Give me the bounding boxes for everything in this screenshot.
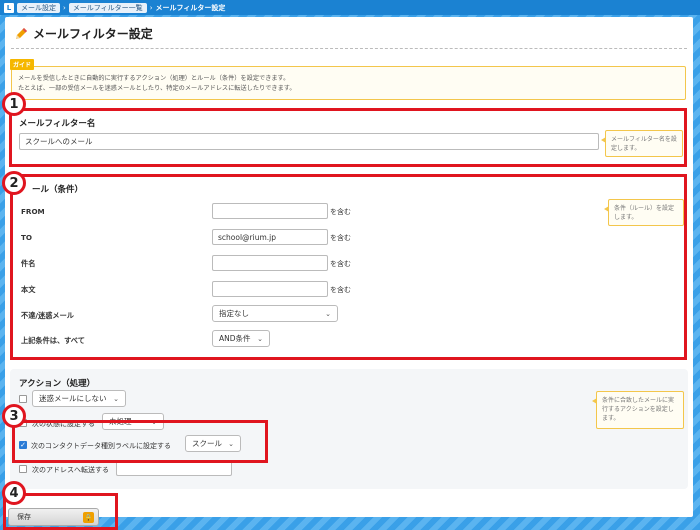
guide-line-1: メールを受信したときに自動的に実行するアクション（処理）とルール（条件）を設定で…	[18, 75, 290, 82]
action-spam-checkbox[interactable]	[19, 395, 27, 403]
marker-2: 2	[2, 171, 26, 195]
action-spam-select[interactable]: 迷惑メールにしない ⌄	[32, 390, 126, 407]
home-icon[interactable]: L	[4, 2, 14, 13]
pencil-icon	[16, 27, 27, 39]
marker-3: 3	[2, 404, 26, 428]
breadcrumb-current: メールフィルター設定	[155, 3, 226, 12]
action-forward-checkbox[interactable]	[19, 465, 27, 473]
action-spam-value: 迷惑メールにしない	[39, 394, 107, 403]
breadcrumb: L メール設定 › メールフィルター一覧 › メールフィルター設定	[0, 0, 700, 15]
highlight-box-2	[10, 174, 687, 360]
guide-box: メールを受信したときに自動的に実行するアクション（処理）とルール（条件）を設定で…	[11, 66, 686, 100]
panel-notch	[342, 498, 354, 504]
actions-note: 条件に合致したメールに実行するアクションを設定します。	[592, 391, 684, 429]
breadcrumb-item-filter-list[interactable]: メールフィルター一覧	[68, 2, 147, 13]
action-forward-text: 次のアドレスへ転送する	[32, 466, 109, 474]
breadcrumb-item-mail-settings[interactable]: メール設定	[17, 2, 60, 13]
guide-tag: ガイド	[10, 59, 35, 70]
save-button[interactable]: 保存 🔒	[8, 508, 99, 526]
actions-heading: アクション（処理）	[19, 379, 96, 389]
lock-icon: 🔒	[83, 512, 94, 523]
guide-line-2: たとえば、一部の受信メールを迷惑メールとしたり、特定のメールアドレスに転送したり…	[18, 85, 296, 92]
marker-4: 4	[2, 481, 26, 505]
breadcrumb-item-label: メールフィルター一覧	[72, 3, 143, 12]
chevron-right-icon: ›	[63, 3, 66, 12]
page-title-text: メールフィルター設定	[33, 27, 153, 41]
chevron-down-icon: ⌄	[113, 394, 119, 403]
title-divider	[11, 48, 687, 49]
breadcrumb-item-label: メール設定	[21, 3, 56, 12]
save-button-label: 保存	[17, 513, 31, 521]
highlight-box-3	[12, 420, 268, 463]
page-title: メールフィルター設定	[13, 25, 153, 42]
highlight-box-1	[9, 108, 687, 167]
marker-1: 1	[2, 92, 26, 116]
chevron-right-icon: ›	[149, 3, 153, 12]
